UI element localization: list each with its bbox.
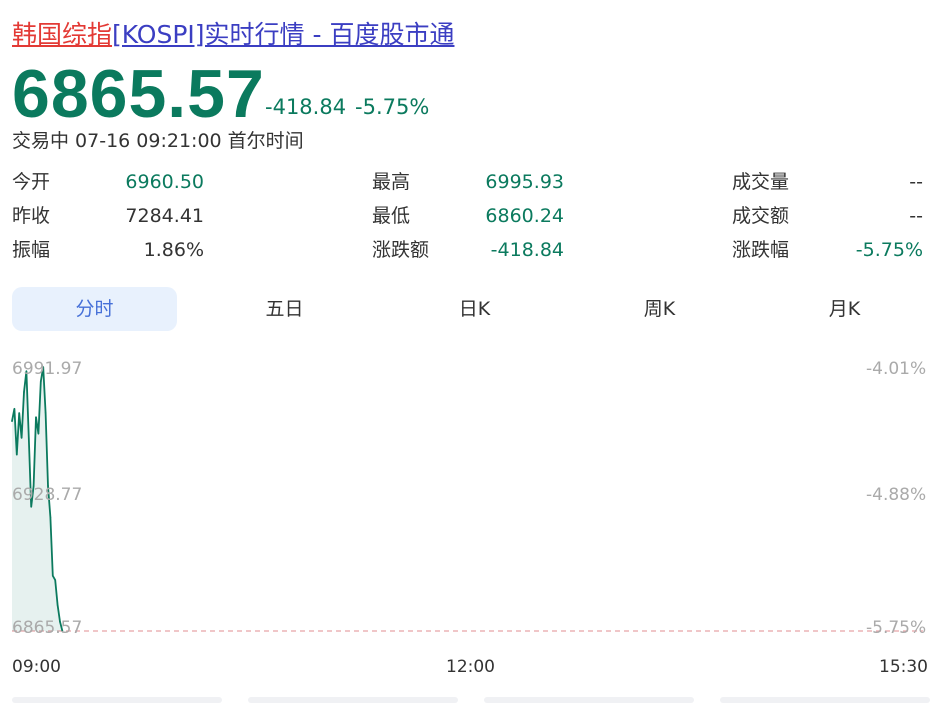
page-title[interactable]: 韩国综指[KOSPI]实时行情 - 百度股市通 — [12, 18, 454, 52]
stat-value-turnover: -- — [909, 205, 923, 227]
x-tick-close: 15:30 — [879, 657, 928, 677]
y-label-left-mid: 6928.77 — [12, 485, 83, 505]
price-point — [11, 420, 13, 422]
title-index-name[interactable]: 韩国综指 — [12, 20, 112, 49]
tab-weekly-k[interactable]: 周K — [577, 287, 742, 331]
stat-value-high: 6995.93 — [485, 171, 564, 193]
stat-value-change-amount: -418.84 — [490, 239, 564, 261]
price-point — [35, 416, 37, 418]
x-tick-noon: 12:00 — [446, 657, 495, 677]
stat-label-change-amount: 涨跌额 — [372, 239, 430, 261]
price-point — [56, 604, 59, 606]
price-change: -418.84 — [265, 95, 347, 119]
price-point — [52, 575, 54, 577]
price-point — [28, 437, 30, 439]
price-point — [37, 433, 40, 435]
stat-value-low: 6860.24 — [485, 205, 564, 227]
trading-status: 交易中 07-16 09:21:00 首尔时间 — [12, 130, 304, 152]
stat-label-high: 最高 — [372, 171, 411, 193]
stat-value-change-percent: -5.75% — [855, 239, 923, 261]
price-change-percent: -5.75% — [355, 95, 430, 119]
price-point — [13, 407, 16, 410]
stat-value-amplitude: 1.86% — [143, 239, 204, 261]
bottom-card[interactable] — [248, 697, 458, 703]
y-label-left-bottom: 6865.57 — [12, 618, 83, 638]
current-price: 6865.57 — [12, 56, 265, 132]
price-point — [49, 516, 52, 519]
price-point — [15, 453, 18, 456]
price-point — [18, 412, 21, 414]
y-label-left-top: 6991.97 — [12, 359, 83, 379]
y-label-right-bottom: -5.75% — [866, 618, 927, 638]
stat-label-amplitude: 振幅 — [12, 239, 51, 261]
intraday-chart[interactable] — [0, 345, 945, 645]
stat-value-open: 6960.50 — [125, 171, 204, 193]
stat-label-open: 今开 — [12, 171, 51, 193]
x-tick-open: 09:00 — [12, 657, 61, 677]
stat-label-turnover: 成交额 — [732, 205, 790, 227]
chart-period-tabs: 分时 五日 日K 周K 月K — [12, 287, 933, 331]
price-point — [30, 506, 32, 508]
price-point — [44, 412, 47, 414]
y-label-right-mid: -4.88% — [866, 485, 927, 505]
tab-monthly-k[interactable]: 月K — [762, 287, 927, 331]
tab-five-day[interactable]: 五日 — [202, 287, 367, 331]
price-point — [23, 391, 25, 393]
price-point — [54, 579, 56, 581]
tab-daily-k[interactable]: 日K — [392, 287, 557, 331]
bottom-card[interactable] — [484, 697, 694, 703]
bottom-card[interactable] — [720, 697, 930, 703]
stat-label-prev-close: 昨收 — [12, 205, 51, 227]
y-label-right-top: -4.01% — [866, 359, 927, 379]
stat-label-change-percent: 涨跌幅 — [732, 239, 790, 261]
bottom-card[interactable] — [12, 697, 222, 703]
tab-intraday[interactable]: 分时 — [12, 287, 177, 331]
price-point — [40, 380, 42, 383]
stat-value-volume: -- — [909, 171, 923, 193]
stat-label-volume: 成交量 — [732, 171, 790, 193]
title-rest[interactable]: [KOSPI]实时行情 - 百度股市通 — [112, 20, 454, 49]
stat-label-low: 最低 — [372, 205, 411, 227]
stat-value-prev-close: 7284.41 — [125, 205, 204, 227]
price-point — [20, 437, 23, 439]
